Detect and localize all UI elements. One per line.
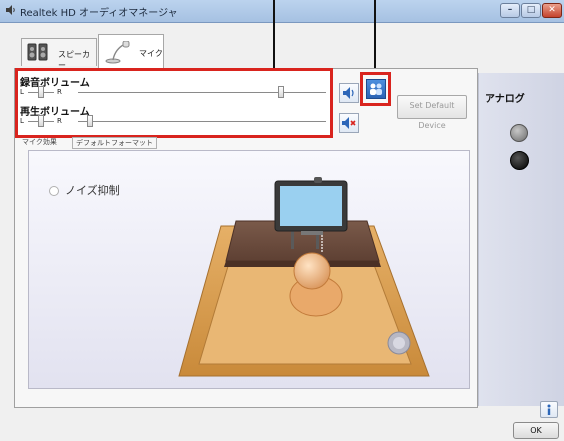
title-bar[interactable]: Realtek HD オーディオマネージャ – □ ✕ <box>0 0 564 23</box>
recording-volume-label: 録音ボリューム <box>20 78 90 89</box>
tab-microphone[interactable]: マイク <box>98 34 164 68</box>
callout-line-volume <box>273 0 275 68</box>
recording-mute-button[interactable] <box>339 83 359 103</box>
maximize-button[interactable]: □ <box>521 3 541 18</box>
tab-default-format[interactable]: デフォルトフォーマット <box>72 137 157 149</box>
noise-suppression-label: ノイズ抑制 <box>65 184 120 197</box>
playback-balance-slider[interactable] <box>38 115 44 127</box>
playback-mute-button[interactable] <box>339 113 359 133</box>
playback-left-label: L <box>20 117 24 125</box>
recording-volume-slider[interactable] <box>278 86 285 98</box>
people-icon <box>370 83 382 95</box>
playback-volume-label: 再生ボリューム <box>20 107 90 118</box>
analog-label: アナログ <box>485 94 525 105</box>
window-title: Realtek HD オーディオマネージャ <box>20 8 178 19</box>
minimize-button[interactable]: – <box>500 3 520 18</box>
analog-jack-icon-inactive[interactable] <box>510 124 528 142</box>
minimize-icon: – <box>507 5 513 15</box>
speaker-volume-icon <box>343 87 354 99</box>
tab-mic-effects[interactable]: マイク効果 <box>22 137 57 147</box>
info-button[interactable] <box>540 401 558 418</box>
callout-line-button <box>374 0 376 72</box>
microphone-tab-icon <box>105 41 130 64</box>
close-icon: ✕ <box>548 5 556 15</box>
maximize-icon: □ <box>526 5 536 15</box>
side-panel <box>478 73 564 406</box>
recording-volume-track <box>78 92 326 93</box>
ok-button[interactable]: OK <box>513 422 559 439</box>
playback-volume-track <box>78 121 326 122</box>
noise-suppression-radio[interactable] <box>49 186 59 196</box>
tab-speaker[interactable]: スピーカー <box>21 38 97 70</box>
device-advanced-button[interactable] <box>366 79 386 99</box>
set-default-device-button[interactable]: Set Default Device <box>397 95 467 130</box>
info-icon <box>547 404 551 415</box>
speaker-tab-icon <box>27 43 48 61</box>
close-button[interactable]: ✕ <box>542 3 562 18</box>
speaker-app-icon <box>6 5 15 15</box>
tab-microphone-label: マイク <box>139 49 163 58</box>
recording-balance-slider[interactable] <box>38 86 44 98</box>
analog-jack-icon-active[interactable] <box>510 151 529 170</box>
recording-left-label: L <box>20 88 24 96</box>
speaker-muted-icon <box>342 117 356 129</box>
playback-volume-slider[interactable] <box>87 115 94 127</box>
recording-right-label: R <box>57 88 62 96</box>
playback-right-label: R <box>57 117 62 125</box>
